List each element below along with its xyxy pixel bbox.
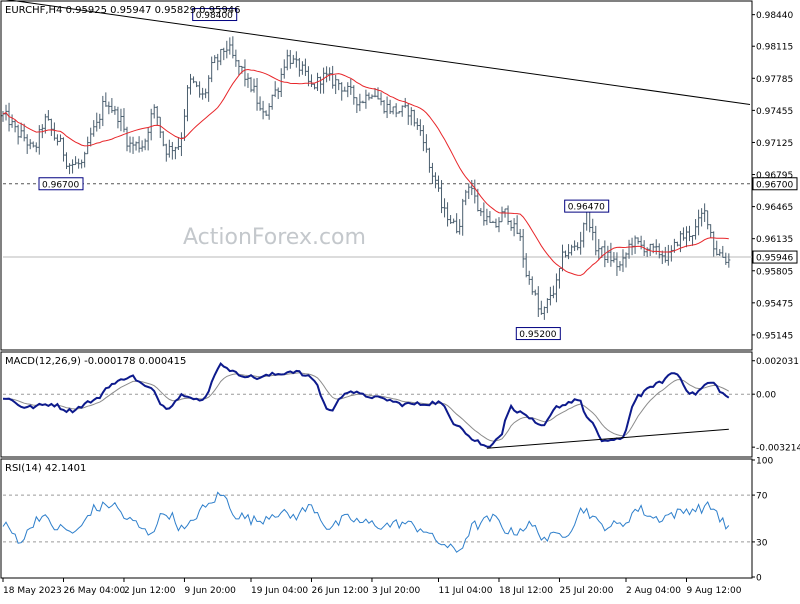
- time-tick-label: 26 Jun 12:00: [311, 586, 368, 596]
- time-tick-label: 26 May 04:00: [63, 586, 125, 596]
- price-annotation-label: 0.96470: [568, 203, 605, 213]
- price-tick-label: 0.95475: [756, 299, 793, 309]
- time-tick-label: 18 Jul 12:00: [499, 586, 553, 596]
- rsi-tick-label: 0: [756, 574, 762, 584]
- last-price-badge-label: 0.95946: [756, 254, 793, 264]
- price-tick-label: 0.95145: [756, 331, 793, 341]
- time-tick-label: 2 Jun 12:00: [124, 586, 176, 596]
- rsi-header: RSI(14) 42.1401: [5, 463, 86, 474]
- price-tick-label: 0.98115: [756, 43, 793, 53]
- price-annotation: 0.96470: [564, 199, 610, 213]
- chart-canvas: 0.98440 0.98115 0.97785 0.97455 0.97125 0.967…: [0, 0, 800, 596]
- time-tick-label: 9 Aug 12:00: [686, 586, 741, 596]
- time-tick-label: 3 Jul 20:00: [372, 586, 421, 596]
- price-annotation-label: 0.95200: [519, 330, 556, 340]
- time-tick-label: 25 Jul 20:00: [559, 586, 613, 596]
- price-annotation-label: 0.96700: [42, 180, 79, 190]
- level-axis-badge-label: 0.96700: [756, 180, 793, 190]
- price-panel-frame: [0, 0, 753, 351]
- price-tick-label: 0.97785: [756, 75, 793, 85]
- time-tick-label: 19 Jun 04:00: [251, 586, 308, 596]
- macd-tick-label: 0.00: [756, 391, 776, 401]
- rsi-tick-label: 30: [756, 538, 768, 548]
- price-tick-label: 0.97455: [756, 107, 793, 117]
- forex-chart: 0.98440 0.98115 0.97785 0.97455 0.97125 0.967…: [0, 0, 800, 600]
- price-annotation: 0.95200: [515, 327, 561, 341]
- price-tick-label: 0.96135: [756, 235, 793, 245]
- price-tick-label: 0.97125: [756, 139, 793, 149]
- time-axis: 18 May 2023 26 May 04:002 Jun 12:00 9 Jun …: [2, 578, 742, 596]
- price-tick-label: 0.96465: [756, 203, 793, 213]
- time-tick-label: 9 Jun 20:00: [184, 586, 236, 596]
- price-tick-label: 0.98440: [756, 11, 793, 21]
- rsi-panel-frame: [0, 458, 753, 579]
- price-tick-label: 0.95805: [756, 267, 793, 277]
- watermark: ActionForex.com: [183, 225, 366, 250]
- last-price-badge: 0.95946: [752, 250, 798, 264]
- price-header: EURCHF,H4 0.95925 0.95947 0.95829 0.9594…: [5, 5, 241, 16]
- macd-header: MACD(12,26,9) -0.000178 0.000415: [5, 356, 186, 367]
- level-axis-badge: 0.96700: [752, 177, 798, 191]
- macd-panel-frame: [0, 351, 753, 458]
- time-tick-label: 2 Aug 04:00: [626, 586, 681, 596]
- rsi-tick-label: 70: [756, 492, 768, 502]
- macd-tick-label: 0.002031: [756, 357, 799, 367]
- time-tick-label: 11 Jul 04:00: [438, 586, 492, 596]
- macd-tick-label: -0.003214: [756, 444, 800, 454]
- rsi-tick-label: 100: [756, 457, 773, 467]
- time-tick-label: 18 May 2023: [3, 586, 62, 596]
- price-annotation: 0.96700: [38, 177, 84, 191]
